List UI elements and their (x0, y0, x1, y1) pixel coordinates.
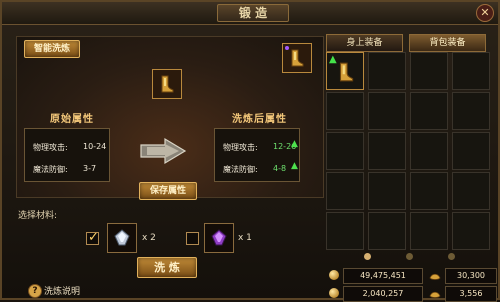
inventory-slot[interactable] (326, 212, 364, 250)
inventory-slot[interactable] (410, 132, 448, 170)
refined-stats-panel: 物理攻击: 12-26 魔法防御: 4-8 ▲ ▲ (214, 128, 300, 182)
inventory-slot[interactable] (326, 92, 364, 130)
arrow-right-icon (140, 137, 187, 165)
save-attributes-button[interactable]: 保存属性 (139, 182, 197, 200)
material-quantity-1: x 2 (142, 233, 156, 243)
inventory-slot[interactable] (368, 92, 406, 130)
inventory-slot[interactable] (326, 172, 364, 210)
inventory-slot[interactable] (452, 132, 490, 170)
inventory-slot[interactable] (452, 52, 490, 90)
material-quantity-2: x 1 (238, 233, 252, 243)
material-checkbox-1[interactable]: ✓ (86, 230, 99, 245)
up-arrow-icon: ▲ (291, 139, 298, 149)
inventory-slot[interactable] (368, 212, 406, 250)
bound-gold-amount: 30,300 (445, 268, 497, 284)
inventory-slot[interactable] (410, 212, 448, 250)
treasure-icon (429, 273, 441, 280)
title-bar: 锻 造 ✕ (2, 2, 498, 25)
inventory-slot[interactable] (452, 172, 490, 210)
forge-window: 锻 造 ✕ 智能洗炼 原始属性 洗炼后属性 物理攻击: 10-24 魔法防御: … (0, 0, 500, 302)
equipment-tabs: 身上装备 背包装备 (326, 34, 496, 52)
inventory-slot[interactable] (410, 92, 448, 130)
gold-amount: 49,475,451 (343, 268, 423, 284)
refined-attributes-title: 洗炼后属性 (232, 114, 287, 125)
tab-equipped[interactable]: 身上装备 (326, 34, 403, 52)
original-stat-physical-value: 10-24 (83, 142, 107, 151)
page-dot[interactable] (406, 253, 413, 260)
original-attributes-title: 原始属性 (50, 114, 94, 125)
tab-bag[interactable]: 背包装备 (409, 34, 486, 52)
purple-marker-icon (285, 46, 289, 50)
upgrade-arrow-icon: ▲ (329, 54, 337, 65)
original-stat-magic-label: 魔法防御: (33, 165, 68, 174)
close-button[interactable]: ✕ (476, 4, 494, 22)
refined-stat-magic-label: 魔法防御: (223, 165, 258, 174)
top-right-equipment-slot[interactable] (282, 43, 312, 73)
currency-row-1: 49,475,451 30,300 (329, 268, 497, 284)
original-stats-panel: 物理攻击: 10-24 魔法防御: 3-7 (24, 128, 110, 182)
center-equipment-slot[interactable] (152, 69, 182, 99)
purple-gem-icon (211, 229, 227, 246)
material-slot-2[interactable] (204, 223, 234, 253)
inventory-slot[interactable] (410, 52, 448, 90)
boots-icon (291, 49, 304, 67)
smart-refine-button[interactable]: 智能洗炼 (24, 40, 80, 58)
silver-gem-icon (114, 229, 130, 246)
refine-button[interactable]: 洗 炼 (137, 257, 197, 278)
refined-stat-physical-label: 物理攻击: (223, 143, 258, 152)
material-checkbox-2[interactable] (186, 232, 199, 245)
inventory-slot[interactable] (368, 52, 406, 90)
material-title: 选择材料: (18, 211, 58, 221)
inventory-slot[interactable] (452, 92, 490, 130)
refined-stat-magic-value: 4-8 (273, 164, 287, 173)
help-link[interactable]: 洗炼说明 (44, 284, 80, 297)
inventory-slot[interactable] (368, 132, 406, 170)
page-indicator (364, 253, 455, 263)
page-dot[interactable] (364, 253, 371, 260)
window-title: 锻 造 (217, 4, 289, 22)
inventory-slot[interactable] (326, 132, 364, 170)
page-dot[interactable] (448, 253, 455, 260)
original-stat-physical-label: 物理攻击: (33, 143, 68, 152)
checkmark-icon: ✓ (88, 230, 99, 245)
up-arrow-icon: ▲ (291, 161, 298, 171)
silver-coin-icon (329, 288, 339, 298)
original-stat-magic-value: 3-7 (83, 164, 97, 173)
boots-icon (161, 75, 174, 93)
boots-icon (339, 62, 354, 82)
material-slot-1[interactable] (107, 223, 137, 253)
treasure-icon (429, 291, 441, 298)
inventory-grid: ▲ (326, 52, 496, 250)
inventory-slot[interactable]: ▲ (326, 52, 364, 90)
inventory-slot[interactable] (410, 172, 448, 210)
inventory-slot[interactable] (368, 172, 406, 210)
inventory-slot[interactable] (452, 212, 490, 250)
help-icon[interactable]: ? (28, 284, 42, 298)
gold-coin-icon (329, 270, 339, 280)
